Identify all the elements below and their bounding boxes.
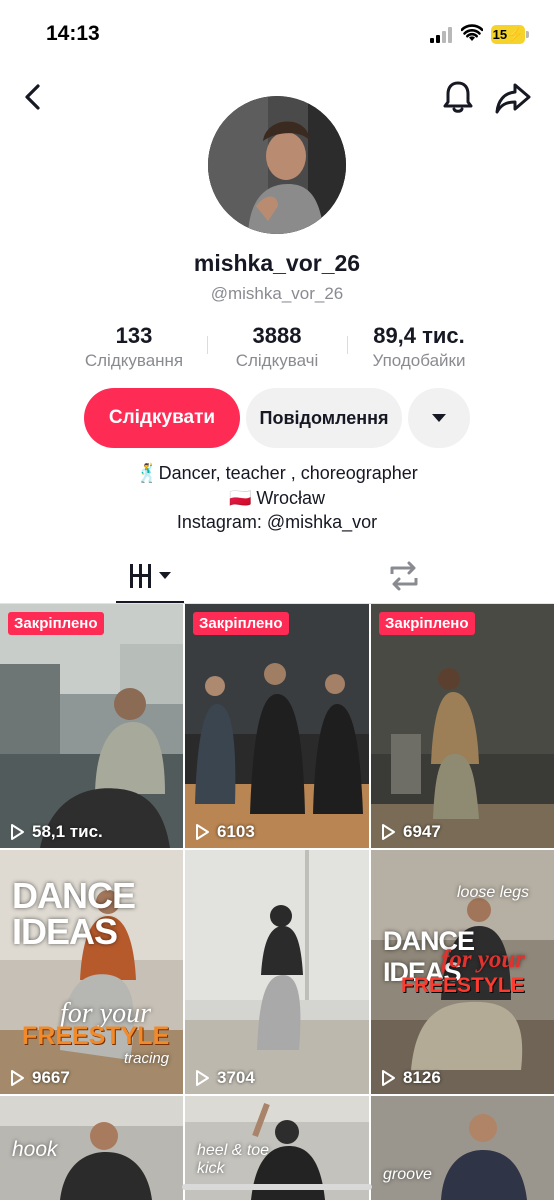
view-count-text: 6947: [403, 822, 441, 841]
overlay-caption: groove: [383, 1166, 432, 1183]
videos-grid-icon: [130, 564, 171, 588]
view-count: 58,1 тис.: [8, 822, 103, 842]
pinned-badge: Закріплено: [193, 612, 289, 635]
video-thumbnail: [371, 1096, 554, 1200]
stat-label: Уподобайки: [372, 351, 466, 370]
home-indicator: [182, 1184, 372, 1190]
stat-value: 3888: [252, 323, 302, 348]
back-icon[interactable]: [16, 80, 50, 114]
pinned-badge: Закріплено: [8, 612, 104, 635]
repost-icon: [390, 561, 418, 591]
view-count: 6947: [379, 822, 441, 842]
video-thumbnail: [0, 604, 183, 848]
overlay-title: DANCE IDEAS: [12, 875, 136, 952]
view-count-text: 6103: [217, 822, 255, 841]
wifi-icon: [461, 24, 483, 41]
video-tile[interactable]: DANCE IDEAS for your FREESTYLE tracing 9…: [0, 850, 183, 1094]
view-count: 6103: [193, 822, 255, 842]
divider: [207, 336, 208, 354]
video-tile[interactable]: Закріплено 6947: [371, 604, 554, 848]
view-count: 9667: [8, 1068, 70, 1088]
pinned-badge: Закріплено: [379, 612, 475, 635]
username: mishka_vor_26: [193, 250, 361, 276]
battery-indicator: 15⚡: [491, 25, 525, 44]
play-icon: [196, 824, 209, 840]
video-thumbnail: [185, 604, 369, 848]
overlay-caption: tracing: [124, 1050, 170, 1067]
overlay-highlight: FREESTYLE: [22, 1022, 170, 1050]
overlay-caption: heel & toe: [197, 1142, 270, 1159]
status-bar: 14:13 15⚡: [0, 0, 554, 70]
video-tile[interactable]: groove: [371, 1096, 554, 1200]
battery-tip: [526, 31, 529, 38]
overlay-caption: hook: [12, 1138, 58, 1161]
video-grid: Закріплено 58,1 тис. Закріплено 6103 Зак…: [0, 604, 554, 1200]
tab-reposts[interactable]: [380, 552, 428, 604]
play-icon: [11, 1070, 24, 1086]
view-count: 3704: [193, 1068, 255, 1088]
divider: [347, 336, 348, 354]
follow-button[interactable]: Слідкувати: [84, 388, 240, 448]
stat-followers[interactable]: 3888 Слідкувачі: [216, 322, 338, 372]
avatar-photo: [208, 96, 346, 234]
bio-line: 🕺Dancer, teacher , choreographer: [136, 463, 418, 483]
overlay-highlight: FREESTYLE: [401, 974, 525, 997]
stat-following[interactable]: 133 Слідкування: [70, 322, 198, 372]
cellular-signal-icon: [430, 27, 456, 43]
tab-videos[interactable]: [116, 552, 184, 604]
profile-stats: 133 Слідкування 3888 Слідкувачі 89,4 тис…: [0, 322, 554, 378]
video-tile[interactable]: Закріплено 58,1 тис.: [0, 604, 183, 848]
message-button[interactable]: Повідомлення: [246, 388, 402, 448]
battery-level: 15: [492, 27, 508, 42]
handle: @mishka_vor_26: [210, 284, 344, 303]
video-thumbnail: [371, 604, 554, 848]
overlay-caption: loose legs: [457, 884, 530, 901]
bell-icon[interactable]: [440, 78, 476, 116]
video-tile[interactable]: hook: [0, 1096, 183, 1200]
view-count-text: 58,1 тис.: [32, 822, 103, 841]
share-icon[interactable]: [494, 80, 532, 116]
play-icon: [11, 824, 24, 840]
view-count-text: 9667: [32, 1068, 70, 1087]
bio-location: 🇵🇱 Wrocław: [228, 488, 326, 508]
video-tile[interactable]: loose legs DANCE IDEAS for your FREESTYL…: [371, 850, 554, 1094]
view-count-text: 3704: [217, 1068, 255, 1087]
more-options-button[interactable]: [408, 388, 470, 448]
video-thumbnail: [185, 850, 369, 1094]
stat-likes[interactable]: 89,4 тис. Уподобайки: [356, 322, 482, 372]
avatar[interactable]: [208, 96, 346, 234]
play-icon: [382, 824, 395, 840]
stat-value: 89,4 тис.: [373, 323, 465, 348]
stat-value: 133: [115, 323, 153, 348]
stat-label: Слідкувачі: [235, 351, 319, 370]
view-count-text: 8126: [403, 1068, 441, 1087]
video-tile[interactable]: Закріплено 6103: [185, 604, 369, 848]
bio-instagram[interactable]: Instagram: @mishka_vor: [0, 512, 554, 533]
caret-down-icon: [432, 414, 446, 422]
view-count: 8126: [379, 1068, 441, 1088]
play-icon: [382, 1070, 395, 1086]
play-icon: [196, 1070, 209, 1086]
overlay-subtitle: for your: [441, 946, 526, 973]
video-tile[interactable]: 3704: [185, 850, 369, 1094]
stat-label: Слідкування: [84, 351, 184, 370]
overlay-caption: kick: [197, 1160, 225, 1177]
status-time: 14:13: [46, 22, 100, 45]
